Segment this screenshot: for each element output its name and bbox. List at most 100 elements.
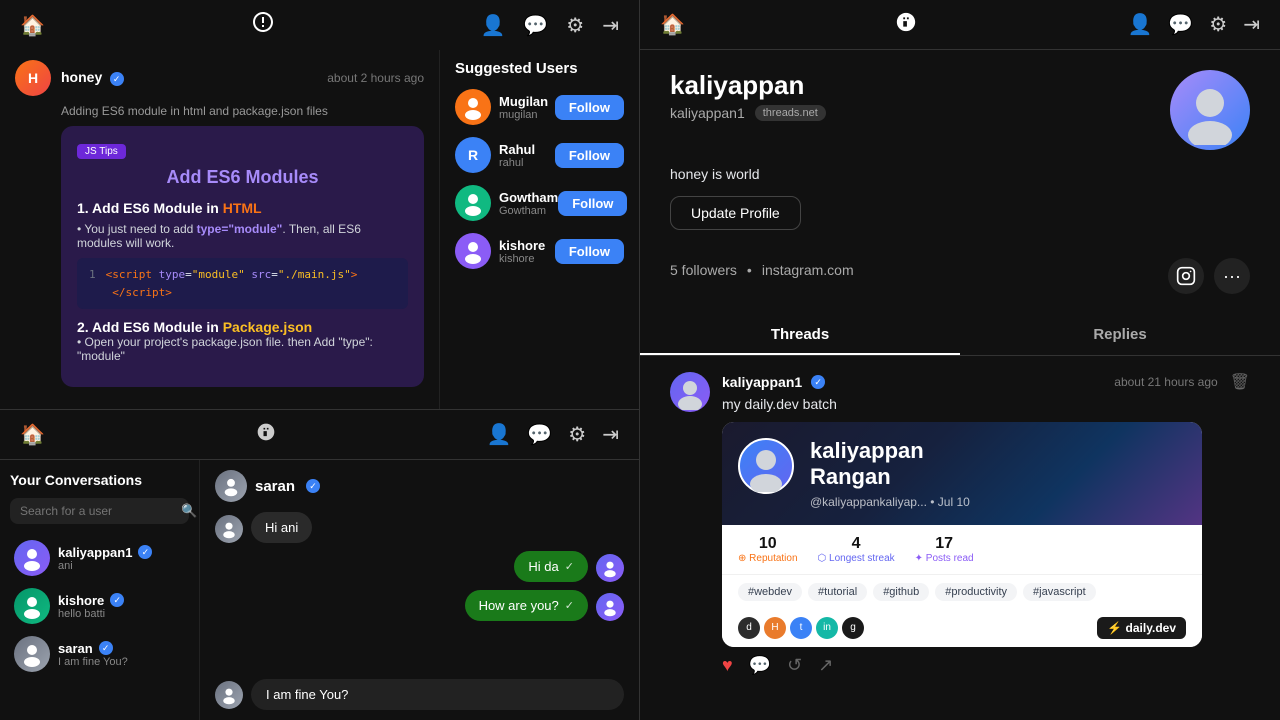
- rahul-follow-btn[interactable]: Follow: [555, 143, 624, 168]
- kishore-follow-btn[interactable]: Follow: [555, 239, 624, 264]
- right-logout-icon[interactable]: ⇥: [1243, 12, 1260, 37]
- conv-saran[interactable]: saran ✓ I am fine You?: [10, 630, 189, 678]
- bottom-profile-icon[interactable]: 👤: [486, 422, 511, 447]
- chat-verified: ✓: [306, 479, 320, 493]
- chat-area: saran ✓ Hi ani Hi da ✓: [200, 460, 639, 720]
- profile-handle: kaliyappan1: [670, 105, 745, 121]
- threads-badge: threads.net: [755, 105, 826, 121]
- delete-icon[interactable]: 🗑: [1230, 372, 1250, 392]
- right-panel: 🏠 👤 💬 ⚙ ⇥ kaliyappan kaliyappan1 threads…: [640, 0, 1280, 720]
- section2-title: 2. Add ES6 Module in Package.json: [77, 319, 408, 335]
- gowtham-follow-btn[interactable]: Follow: [558, 191, 627, 216]
- right-settings-icon[interactable]: ⚙: [1209, 12, 1227, 37]
- bottom-home-icon[interactable]: 🏠: [20, 422, 45, 447]
- daily-card-footer: d H t in g ⚡ daily.dev: [722, 609, 1202, 647]
- card-title: Add ES6 Modules: [77, 167, 408, 188]
- post-item-daily: kaliyappan1 ✓ about 21 hours ago 🗑 my da…: [670, 372, 1250, 676]
- profile-nav-icon[interactable]: 👤: [480, 13, 505, 38]
- logout-nav-icon[interactable]: ⇥: [602, 13, 619, 38]
- gowtham-handle: Gowtham: [499, 205, 558, 217]
- mugilan-avatar: [455, 89, 491, 125]
- stat-posts: 17 ✦ Posts read: [915, 535, 974, 564]
- post-card: JS Tips Add ES6 Modules 1. Add ES6 Modul…: [61, 126, 424, 387]
- chat-input-row: [215, 679, 624, 710]
- chat-input[interactable]: [251, 679, 624, 710]
- search-icon[interactable]: 🔍: [181, 503, 197, 519]
- bottom-logout-icon[interactable]: ⇥: [602, 422, 619, 447]
- home-icon[interactable]: 🏠: [20, 13, 45, 38]
- feed-nav-right: 👤 💬 ⚙ ⇥: [480, 13, 619, 38]
- dev-icons: d H t in g: [738, 617, 864, 639]
- tag-github: #github: [873, 583, 929, 601]
- mugilan-follow-btn[interactable]: Follow: [555, 95, 624, 120]
- code-block: 1<script type="module" src="./main.js"> …: [77, 258, 408, 309]
- suggested-title: Suggested Users: [455, 60, 624, 77]
- stat-streak: 4 ⬡ Longest streak: [818, 535, 895, 564]
- chat-messages: Hi ani Hi da ✓ How are you? ✓: [215, 512, 624, 671]
- right-threads-logo[interactable]: [895, 11, 917, 39]
- main-feed: H honey ✓ about 2 hours ago Adding ES6 m…: [0, 50, 439, 409]
- tab-replies[interactable]: Replies: [960, 314, 1280, 355]
- repost-icon[interactable]: ↺: [787, 655, 802, 676]
- right-messages-icon[interactable]: 💬: [1168, 12, 1193, 37]
- rahul-avatar: R: [455, 137, 491, 173]
- profile-website[interactable]: instagram.com: [762, 262, 854, 278]
- messages-nav-icon[interactable]: 💬: [523, 13, 548, 38]
- suggested-user-rahul: R Rahul rahul Follow: [455, 137, 624, 173]
- profile-actions: ···: [1168, 258, 1250, 294]
- settings-nav-icon[interactable]: ⚙: [566, 13, 584, 38]
- right-profile-icon[interactable]: 👤: [1127, 12, 1152, 37]
- post-item-avatar: [670, 372, 710, 412]
- daily-card-handle: @kaliyappankaliyap... • Jul 10: [810, 495, 970, 509]
- author-name: honey: [61, 69, 102, 85]
- comment-icon[interactable]: 💬: [749, 655, 771, 676]
- daily-dev-card: kaliyappanRangan @kaliyappankaliyap... •…: [722, 422, 1202, 647]
- tab-threads[interactable]: Threads: [640, 314, 960, 355]
- message-hi-ani: Hi ani: [215, 512, 624, 543]
- feed-section: 🏠 👤 💬 ⚙ ⇥ H honey: [0, 0, 639, 410]
- section1-text: • You just need to add type="module". Th…: [77, 222, 408, 250]
- daily-card-stats: 10 ⊕ Reputation 4 ⬡ Longest streak 17 ✦ …: [722, 525, 1202, 575]
- share-icon[interactable]: ↗: [818, 655, 833, 676]
- rahul-handle: rahul: [499, 157, 535, 169]
- feed-top-nav: 🏠 👤 💬 ⚙ ⇥: [0, 0, 639, 50]
- gowtham-avatar: [455, 185, 491, 221]
- followers-count: 5 followers: [670, 262, 737, 278]
- conv-kaliyappan[interactable]: kaliyappan1 ✓ ani: [10, 534, 189, 582]
- msg-saran-avatar: [215, 515, 243, 543]
- update-profile-btn[interactable]: Update Profile: [670, 196, 801, 230]
- post-bottom-actions: ♥ 💬 ↺ ↗: [722, 655, 1250, 676]
- profile-avatar: [1170, 70, 1250, 150]
- conv-saran-preview: I am fine You?: [58, 656, 128, 668]
- post-item-header: kaliyappan1 ✓ about 21 hours ago 🗑: [722, 372, 1250, 392]
- chat-username: saran: [255, 478, 295, 495]
- rahul-name: Rahul: [499, 142, 535, 157]
- bottom-nav: 🏠 👤 💬 ⚙ ⇥: [0, 410, 639, 460]
- conversations-sidebar: Your Conversations 🔍 kaliyappan1 ✓ ani: [0, 460, 200, 720]
- daily-card-tags: #webdev #tutorial #github #productivity …: [722, 575, 1202, 609]
- heart-icon[interactable]: ♥: [722, 655, 733, 676]
- author-avatar: H: [15, 60, 51, 96]
- mugilan-handle: mugilan: [499, 109, 548, 121]
- search-input[interactable]: [20, 504, 175, 518]
- more-options-icon[interactable]: ···: [1214, 258, 1250, 294]
- message-how-are-you: How are you? ✓: [215, 590, 624, 621]
- daily-card-header: kaliyappanRangan @kaliyappankaliyap... •…: [722, 422, 1202, 525]
- instagram-icon[interactable]: [1168, 258, 1204, 294]
- conv-saran-name-row: saran ✓: [58, 641, 128, 656]
- message-hi-da: Hi da ✓: [215, 551, 624, 582]
- profile-info: kaliyappan kaliyappan1 threads.net: [670, 70, 826, 121]
- gowtham-info: Gowtham Gowtham: [455, 185, 558, 221]
- bottom-settings-icon[interactable]: ⚙: [568, 422, 586, 447]
- conv-kishore[interactable]: kishore ✓ hello batti: [10, 582, 189, 630]
- msg-kaliyappan-avatar-2: [596, 593, 624, 621]
- bottom-messages-icon[interactable]: 💬: [527, 422, 552, 447]
- feed-content: H honey ✓ about 2 hours ago Adding ES6 m…: [0, 50, 639, 409]
- post-subtitle: Adding ES6 module in html and package.js…: [61, 104, 424, 118]
- profile-section: kaliyappan kaliyappan1 threads.net honey…: [640, 50, 1280, 314]
- bottom-threads-logo[interactable]: [256, 422, 276, 448]
- kishore-handle: kishore: [499, 253, 545, 265]
- right-home-icon[interactable]: 🏠: [660, 12, 685, 37]
- mugilan-name: Mugilan: [499, 94, 548, 109]
- right-nav: 🏠 👤 💬 ⚙ ⇥: [640, 0, 1280, 50]
